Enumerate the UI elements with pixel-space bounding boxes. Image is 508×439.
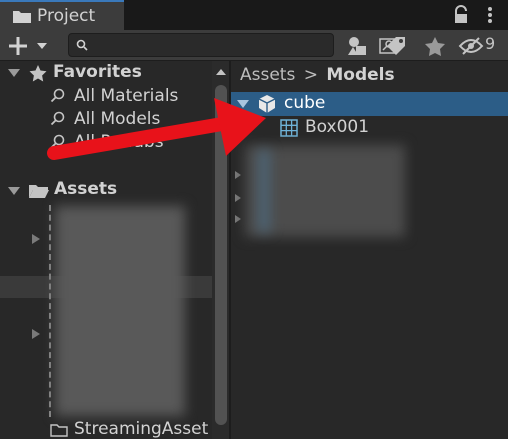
create-button[interactable]	[6, 34, 50, 58]
hidden-eye-icon[interactable]	[458, 34, 484, 58]
folder-icon	[13, 11, 31, 23]
collapse-arrow-icon[interactable]	[30, 328, 42, 340]
scrollbar-thumb[interactable]	[215, 85, 227, 425]
tree-item-label[interactable]: Box001	[305, 117, 369, 137]
star-icon[interactable]	[421, 34, 449, 58]
favorites-header[interactable]: Favorites	[53, 62, 142, 82]
redacted-icons	[258, 150, 270, 232]
expand-arrow-icon[interactable]	[236, 98, 250, 110]
asset-view-pane	[231, 61, 508, 439]
search-icon	[76, 39, 88, 51]
tree-guide-line	[49, 205, 53, 417]
redacted-folders	[55, 206, 185, 416]
collapse-arrow-icon[interactable]	[233, 214, 243, 224]
folder-item[interactable]: StreamingAsset	[74, 419, 208, 439]
mesh-icon	[280, 119, 298, 137]
search-field-icon[interactable]	[377, 36, 399, 56]
search-icon	[50, 88, 65, 103]
model-prefab-icon	[258, 95, 276, 113]
breadcrumb-separator: >	[303, 65, 318, 85]
lock-icon[interactable]	[452, 5, 470, 25]
folder-open-icon	[29, 185, 49, 198]
search-icon	[50, 134, 65, 149]
collapse-arrow-icon[interactable]	[30, 233, 42, 245]
scroll-up-icon[interactable]	[215, 66, 227, 78]
expand-arrow-icon[interactable]	[7, 185, 21, 197]
search-icon	[50, 111, 65, 126]
tree-item-label: cube	[284, 93, 326, 113]
collapse-arrow-icon[interactable]	[233, 193, 243, 203]
breadcrumb: Assets > Models	[240, 65, 395, 85]
chevron-down-icon	[37, 43, 47, 49]
breadcrumb-root[interactable]: Assets	[240, 65, 295, 85]
collapse-arrow-icon[interactable]	[233, 170, 243, 180]
more-menu-icon[interactable]	[480, 5, 500, 25]
favorite-item[interactable]: All Models	[74, 109, 160, 129]
tab-label: Project	[37, 6, 96, 26]
search-by-type-icon[interactable]	[344, 34, 372, 58]
breadcrumb-current[interactable]: Models	[326, 65, 394, 85]
tab-project[interactable]: Project	[0, 0, 124, 30]
search-input[interactable]	[68, 33, 396, 57]
folder-icon	[50, 424, 68, 437]
favorite-item[interactable]: All Materials	[74, 86, 178, 106]
assets-header[interactable]: Assets	[54, 179, 117, 199]
hidden-count: 9	[485, 34, 496, 53]
favorite-item[interactable]: All Prefabs	[74, 132, 164, 152]
expand-arrow-icon[interactable]	[7, 67, 21, 79]
star-icon	[29, 65, 47, 82]
